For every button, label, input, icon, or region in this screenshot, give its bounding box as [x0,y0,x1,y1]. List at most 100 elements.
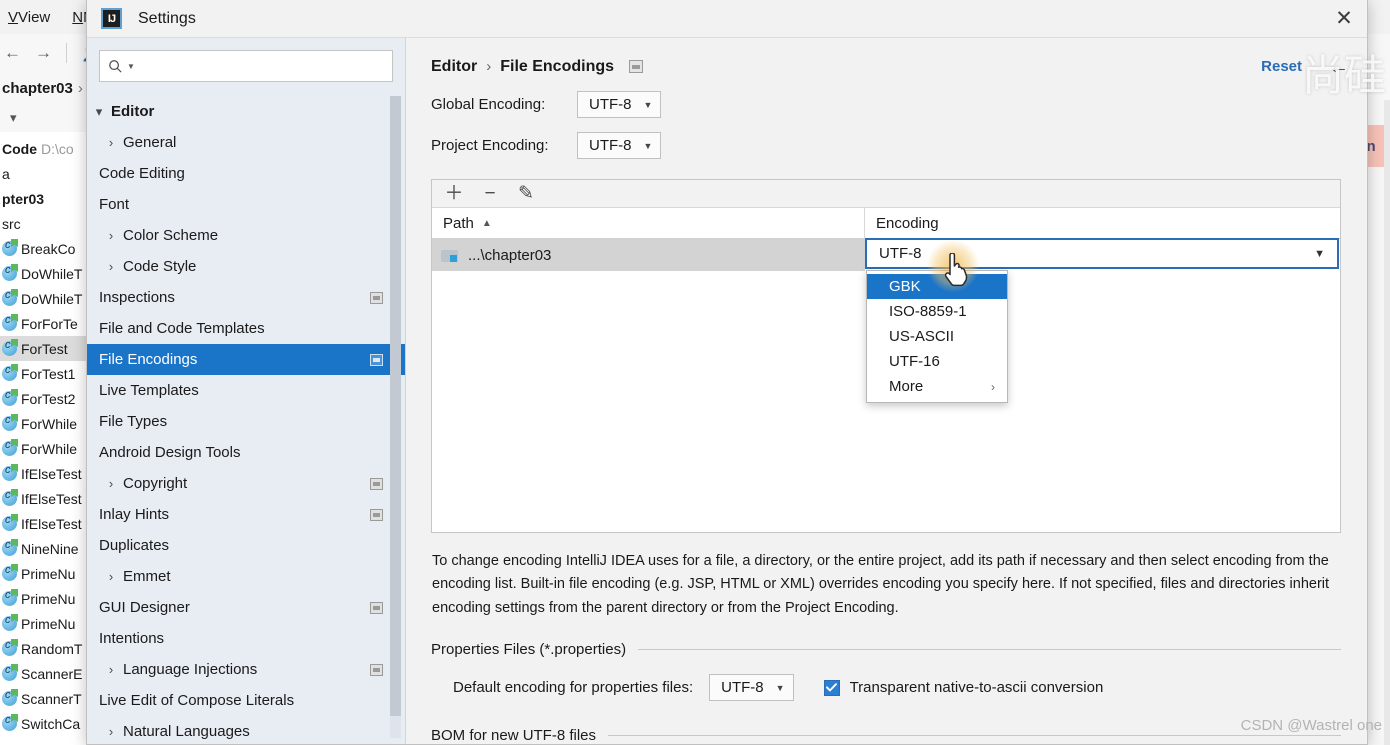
sidebar-item-live-edit-of-compose-literals[interactable]: Live Edit of Compose Literals [87,685,405,716]
tree-row[interactable]: ForWhile [0,411,90,436]
settings-scope-badge-icon[interactable] [370,663,383,676]
sidebar-item-color-scheme[interactable]: › Color Scheme [87,220,405,251]
menu-item-view[interactable]: VView [8,9,50,26]
sidebar-item-gui-designer[interactable]: GUI Designer [87,592,405,623]
sidebar-item-natural-languages[interactable]: › Natural Languages [87,716,405,744]
sidebar-item-live-templates[interactable]: Live Templates [87,375,405,406]
pencil-icon[interactable]: ✎ [512,182,540,206]
search-dropdown-caret-icon[interactable]: ▼ [127,62,135,71]
dropdown-option-iso-8859-1[interactable]: ISO-8859-1 [867,299,1007,324]
close-icon[interactable]: ✕ [1321,0,1367,38]
properties-files-group: Properties Files (*.properties) Default … [431,641,1341,701]
tree-row[interactable]: BreakCo [0,236,90,261]
properties-group-content: Default encoding for properties files: U… [431,658,1341,701]
dropdown-option-utf-16[interactable]: UTF-16 [867,349,1007,374]
back-nav-icon[interactable]: ← [4,43,21,63]
encoding-combo-open[interactable]: UTF-8 ▼ [865,238,1339,269]
cell-path[interactable]: ...\chapter03 [432,239,865,271]
dropdown-option-gbk[interactable]: GBK [867,274,1007,299]
forward-nav-icon[interactable]: → [35,43,52,63]
tree-row[interactable]: ForTest1 [0,361,90,386]
sidebar-scrollbar-thumb[interactable] [390,96,401,716]
tree-row[interactable]: ForTest2 [0,386,90,411]
sidebar-item-general[interactable]: › General [87,127,405,158]
tree-row[interactable]: IfElseTest [0,511,90,536]
settings-scope-badge-icon[interactable] [370,508,383,521]
chevron-right-icon[interactable]: › [99,259,123,274]
tree-row[interactable]: ScannerT [0,686,90,711]
default-encoding-combo[interactable]: UTF-8 ▼ [709,674,794,701]
sidebar-item-android-design-tools[interactable]: Android Design Tools [87,437,405,468]
global-encoding-combo[interactable]: UTF-8 ▼ [577,91,662,118]
search-input[interactable] [138,58,384,74]
project-encoding-label: Project Encoding: [431,137,549,154]
tree-row[interactable]: PrimeNu [0,561,90,586]
tree-row[interactable]: PrimeNu [0,586,90,611]
tree-row[interactable]: NineNine [0,536,90,561]
sidebar-item-file-types[interactable]: File Types [87,406,405,437]
sidebar-item-file-and-code-templates[interactable]: File and Code Templates [87,313,405,344]
minus-icon[interactable]: − [476,182,504,206]
ide-project-tree[interactable]: Code D:\co a pter03 srcBreakCo DoWhileT DoWh… [0,132,90,745]
dropdown-option-us-ascii[interactable]: US-ASCII [867,324,1007,349]
tree-row[interactable]: IfElseTest [0,486,90,511]
column-header-path[interactable]: Path ▲ [432,208,865,238]
chevron-right-icon[interactable]: › [99,476,123,491]
chevron-right-icon[interactable]: › [99,662,123,677]
plus-icon[interactable]: ＋ [440,182,468,206]
settings-scope-badge-icon[interactable] [370,601,383,614]
sidebar-item-file-encodings[interactable]: File Encodings [87,344,405,375]
sidebar-item-copyright[interactable]: › Copyright [87,468,405,499]
tree-row[interactable]: ForWhile [0,436,90,461]
chevron-right-icon[interactable]: › [99,724,123,739]
tree-row[interactable]: ForForTe [0,311,90,336]
tree-row-label: ForTest [21,340,68,357]
tree-row[interactable]: ScannerE [0,661,90,686]
project-encoding-combo[interactable]: UTF-8 ▼ [577,132,662,159]
chevron-right-icon[interactable]: › [99,135,123,150]
back-arrow-icon[interactable]: ← [1328,56,1349,77]
search-wrapper: ▼ [87,38,405,82]
project-collapse-icon[interactable]: ▾ [10,110,17,126]
tree-row[interactable]: pter03 [0,186,90,211]
tree-row[interactable]: Code D:\co [0,136,90,161]
sidebar-item-emmet[interactable]: › Emmet [87,561,405,592]
sidebar-item-label: Copyright [123,475,188,492]
tree-row[interactable]: SwitchCa [0,711,90,736]
encoding-dropdown-menu[interactable]: GBK ISO-8859-1 US-ASCII UTF-16 More › [866,270,1008,403]
tree-row[interactable]: DoWhileT [0,286,90,311]
sidebar-item-code-editing[interactable]: Code Editing [87,158,405,189]
dropdown-option-more[interactable]: More › [867,374,1007,399]
tree-row[interactable]: a [0,161,90,186]
sidebar-item-code-style[interactable]: › Code Style [87,251,405,282]
table-row[interactable]: ...\chapter03 UTF-8 ▼ GBK ISO-8859-1 US-AS… [432,238,1340,403]
settings-scope-badge-icon[interactable] [370,291,383,304]
sidebar-item-inlay-hints[interactable]: Inlay Hints [87,499,405,530]
breadcrumb-scope-badge-icon[interactable] [629,60,644,73]
ide-breadcrumb-chapter[interactable]: chapter03 [2,80,73,97]
settings-tree[interactable]: ▾ Editor › General Code Editing Font › Color Sc… [87,82,405,744]
tree-row[interactable]: IfElseTest [0,461,90,486]
search-box[interactable]: ▼ [99,50,393,82]
chevron-right-icon[interactable]: › [99,228,123,243]
chevron-down-icon[interactable]: ▾ [87,104,111,120]
sidebar-item-language-injections[interactable]: › Language Injections [87,654,405,685]
tree-row[interactable]: DoWhileT [0,261,90,286]
sidebar-item-editor[interactable]: ▾ Editor [87,96,405,127]
sidebar-item-font[interactable]: Font [87,189,405,220]
sidebar-item-inspections[interactable]: Inspections [87,282,405,313]
tree-row[interactable]: ForTest [0,336,90,361]
tree-row[interactable]: RandomT [0,636,90,661]
chevron-right-icon[interactable]: › [99,569,123,584]
tree-row[interactable]: src [0,211,90,236]
sidebar-item-duplicates[interactable]: Duplicates [87,530,405,561]
transparent-conversion-checkbox[interactable]: Transparent native-to-ascii conversion [823,679,1103,696]
tree-row[interactable]: PrimeNu [0,611,90,636]
reset-button[interactable]: Reset [1261,58,1302,75]
breadcrumb-parent[interactable]: Editor [431,58,477,76]
group-divider [608,735,1341,736]
settings-scope-badge-icon[interactable] [370,477,383,490]
settings-scope-badge-icon[interactable] [370,353,383,366]
column-header-encoding[interactable]: Encoding [865,208,1340,238]
sidebar-item-intentions[interactable]: Intentions [87,623,405,654]
